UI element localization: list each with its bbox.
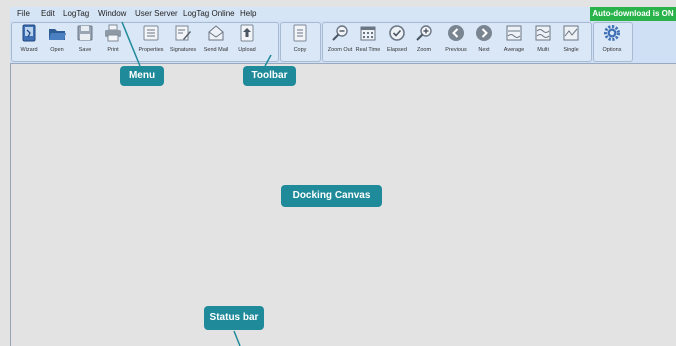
status-bar-callout: Status bar [204, 306, 264, 330]
menu-callout: Menu [120, 66, 164, 86]
callout-leader-lines [121, 21, 272, 346]
docking-canvas-callout: Docking Canvas [281, 185, 382, 207]
logtag-window: File Edit LogTag Window User Server LogT… [0, 0, 676, 346]
toolbar-callout: Toolbar [243, 66, 296, 86]
